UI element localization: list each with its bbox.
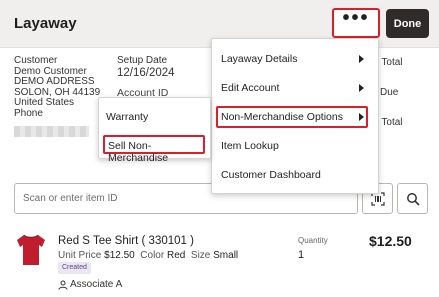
chevron-right-icon <box>359 113 364 121</box>
phone-redacted <box>14 126 89 137</box>
menu-item-edit-account[interactable]: Edit Account <box>212 74 378 102</box>
chevron-right-icon <box>359 84 364 92</box>
item-image <box>17 234 45 265</box>
submenu-item-sell-non-merchandise[interactable]: Sell Non-Merchandise <box>103 135 205 164</box>
item-details: Unit Price $12.50 Color Red Size Small <box>58 250 238 261</box>
unit-price-value: $12.50 <box>104 250 135 261</box>
more-icon: ••• <box>342 7 370 29</box>
color-value: Red <box>166 250 186 261</box>
menu-item-item-lookup[interactable]: Item Lookup <box>212 132 378 160</box>
associate-name: Associate A <box>70 279 123 290</box>
chevron-right-icon <box>359 55 364 63</box>
submenu-item-warranty[interactable]: Warranty <box>99 111 210 123</box>
menu-item-label: Layaway Details <box>221 53 298 65</box>
non-merchandise-submenu: Warranty Sell Non-Merchandise <box>98 97 211 164</box>
search-button[interactable] <box>397 183 428 214</box>
menu-item-label: Non-Merchandise Options <box>221 111 343 123</box>
item-name[interactable]: Red S Tee Shirt ( 330101 ) <box>58 235 194 247</box>
done-button[interactable]: Done <box>386 9 429 38</box>
size-label: Size <box>190 250 211 261</box>
unit-price-label: Unit Price <box>58 250 102 261</box>
person-icon <box>58 280 68 290</box>
setup-date-label: Setup Date <box>117 55 168 66</box>
customer-country: United States <box>14 97 75 108</box>
menu-item-label: Item Lookup <box>221 140 279 152</box>
menu-item-non-merchandise-options[interactable]: Non-Merchandise Options <box>212 103 378 131</box>
page-title: Layaway <box>14 15 77 32</box>
menu-item-layaway-details[interactable]: Layaway Details <box>212 45 378 73</box>
menu-item-label: Customer Dashboard <box>221 169 321 181</box>
search-icon <box>406 192 420 206</box>
customer-info: Customer Demo Customer DEMO ADDRESS SOLO… <box>14 55 100 119</box>
customer-label: Customer <box>14 55 58 66</box>
item-amount: $12.50 <box>369 233 412 249</box>
status-badge: Created <box>58 262 91 274</box>
color-label: Color <box>140 250 165 261</box>
due-label: Due <box>380 87 399 98</box>
setup-date: 12/16/2024 <box>117 66 175 79</box>
total-label-2: t Total <box>376 117 403 128</box>
customer-address: DEMO ADDRESS <box>14 76 95 87</box>
phone-label: Phone <box>14 107 43 119</box>
quantity-value: 1 <box>298 249 305 261</box>
options-menu: Layaway Details Edit Account Non-Merchan… <box>211 38 379 194</box>
more-options-button[interactable]: ••• <box>332 8 380 38</box>
total-label: t Total <box>376 57 403 68</box>
setup-info: Setup Date 12/16/2024 Account ID <box>117 55 175 99</box>
associate: Associate A <box>58 279 122 290</box>
menu-item-customer-dashboard[interactable]: Customer Dashboard <box>212 161 378 189</box>
size-value: Small <box>213 250 239 261</box>
menu-item-label: Edit Account <box>221 82 280 94</box>
quantity-label: Quantity <box>298 236 328 245</box>
